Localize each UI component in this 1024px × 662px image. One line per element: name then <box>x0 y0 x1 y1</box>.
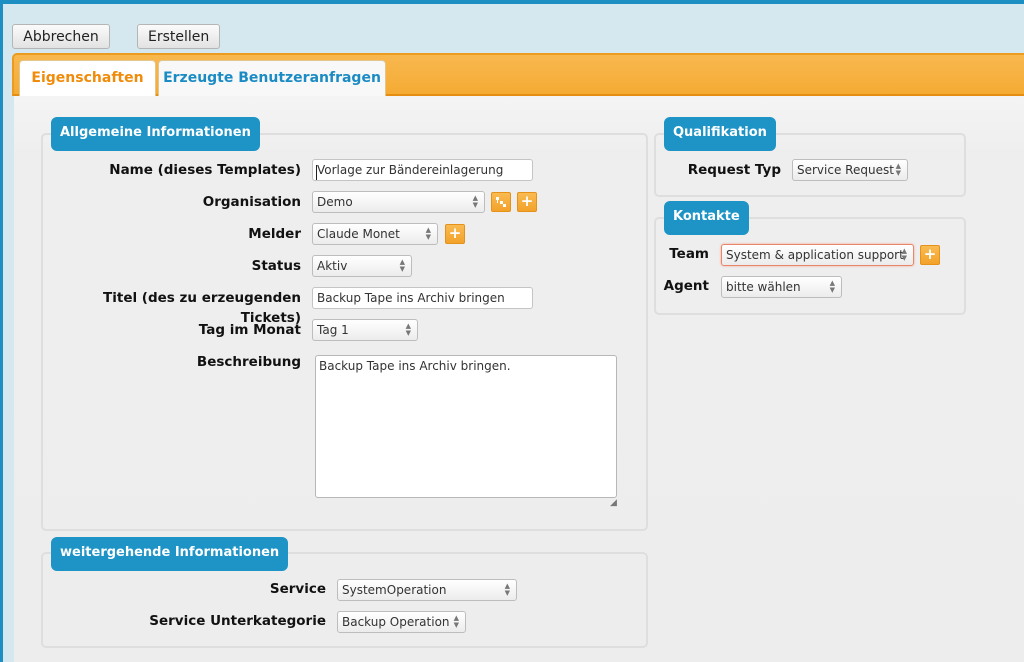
window-left-border <box>0 0 3 662</box>
cancel-button[interactable]: Abbrechen <box>12 24 110 49</box>
organisation-value: Demo <box>317 195 353 209</box>
further-info-legend: weitergehende Informationen <box>51 537 289 571</box>
select-arrows-icon: ▲ ▼ <box>901 247 907 262</box>
status-select[interactable]: Aktiv ▲ ▼ <box>312 255 412 277</box>
resize-grip-icon[interactable]: ◢ <box>610 498 617 508</box>
agent-value: bitte wählen <box>726 280 801 294</box>
select-arrows-icon: ▲ ▼ <box>895 162 901 177</box>
melder-value: Claude Monet <box>317 227 400 241</box>
tab-content: Allgemeine Informationen Name (dieses Te… <box>14 96 1024 662</box>
melder-select[interactable]: Claude Monet ▲ ▼ <box>312 223 438 245</box>
service-value: SystemOperation <box>342 583 447 597</box>
name-label: Name (dieses Templates) <box>109 162 301 178</box>
tab-erzeugte-benutzeranfragen[interactable]: Erzeugte Benutzeranfragen <box>158 60 386 96</box>
status-label: Status <box>251 258 301 274</box>
plus-icon: + <box>923 245 937 263</box>
service-select[interactable]: SystemOperation ▲ ▼ <box>337 579 517 601</box>
text-cursor <box>316 165 317 180</box>
service-label: Service <box>269 581 326 597</box>
agent-select[interactable]: bitte wählen ▲ ▼ <box>721 276 842 298</box>
team-select[interactable]: System & application support ▲ ▼ <box>721 244 914 266</box>
select-arrows-icon: ▲ ▼ <box>399 258 405 273</box>
agent-label: Agent <box>663 278 709 294</box>
team-value: System & application support <box>726 248 904 262</box>
add-team-button[interactable]: + <box>920 245 940 265</box>
add-melder-button[interactable]: + <box>445 224 465 244</box>
general-info-legend: Allgemeine Informationen <box>51 117 260 151</box>
window-top-border <box>0 0 1024 4</box>
day-label: Tag im Monat <box>198 322 301 338</box>
select-arrows-icon: ▲ ▼ <box>504 582 510 597</box>
request-type-label: Request Typ <box>687 162 781 178</box>
contacts-legend: Kontakte <box>664 201 749 235</box>
qualification-legend: Qualifikation <box>664 117 776 151</box>
subcategory-select[interactable]: Backup Operation ▲ ▼ <box>337 611 466 633</box>
select-arrows-icon: ▲ ▼ <box>405 322 411 337</box>
tree-icon <box>496 197 506 207</box>
description-textarea[interactable]: Backup Tape ins Archiv bringen. <box>315 355 617 498</box>
description-label: Beschreibung <box>196 354 301 370</box>
select-arrows-icon: ▲ ▼ <box>453 614 459 629</box>
subcategory-label: Service Unterkategorie <box>149 613 326 629</box>
add-organisation-button[interactable]: + <box>517 192 537 212</box>
organisation-select[interactable]: Demo ▲ ▼ <box>312 191 485 213</box>
request-type-value: Service Request <box>797 163 894 177</box>
select-arrows-icon: ▲ ▼ <box>425 226 431 241</box>
select-arrows-icon: ▲ ▼ <box>472 194 478 209</box>
tab-eigenschaften[interactable]: Eigenschaften <box>19 60 156 96</box>
day-value: Tag 1 <box>317 323 349 337</box>
organisation-tree-button[interactable] <box>491 192 511 212</box>
request-type-select[interactable]: Service Request ▲ ▼ <box>792 159 908 181</box>
day-select[interactable]: Tag 1 ▲ ▼ <box>312 319 418 341</box>
subcategory-value: Backup Operation <box>342 615 450 629</box>
melder-label: Melder <box>248 226 301 242</box>
plus-icon: + <box>448 224 462 242</box>
title-input[interactable]: Backup Tape ins Archiv bringen <box>312 287 533 309</box>
select-arrows-icon: ▲ ▼ <box>829 279 835 294</box>
team-label: Team <box>669 246 709 262</box>
tab-bar: Eigenschaften Erzeugte Benutzeranfragen <box>12 53 1024 96</box>
status-value: Aktiv <box>317 259 348 273</box>
create-button[interactable]: Erstellen <box>137 24 220 49</box>
organisation-label: Organisation <box>202 194 301 210</box>
plus-icon: + <box>520 192 534 210</box>
name-input[interactable]: Vorlage zur Bändereinlagerung <box>312 159 533 181</box>
